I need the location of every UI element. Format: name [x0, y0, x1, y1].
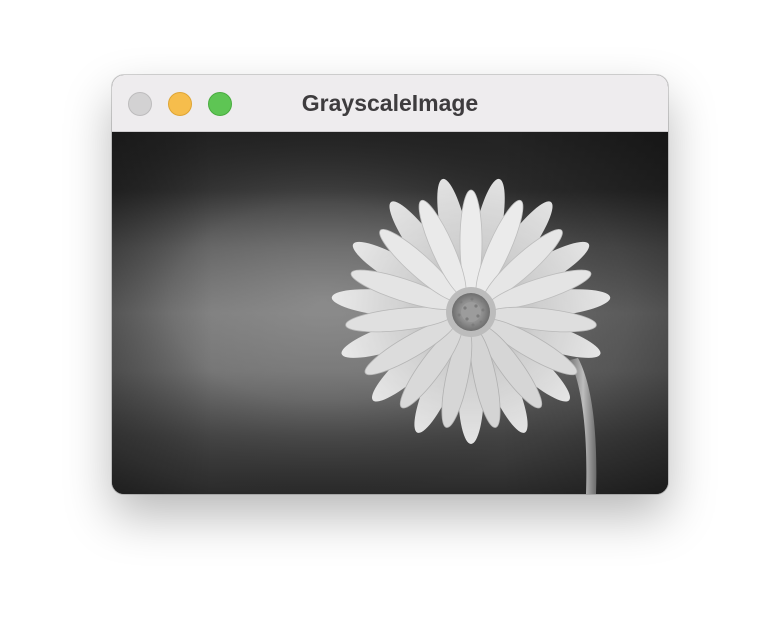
daisy-photo — [112, 132, 668, 494]
app-window: GrayscaleImage — [112, 75, 668, 494]
window-title: GrayscaleImage — [301, 90, 479, 116]
grayscale-image — [112, 132, 668, 494]
title-bar[interactable]: GrayscaleImage — [112, 75, 668, 132]
